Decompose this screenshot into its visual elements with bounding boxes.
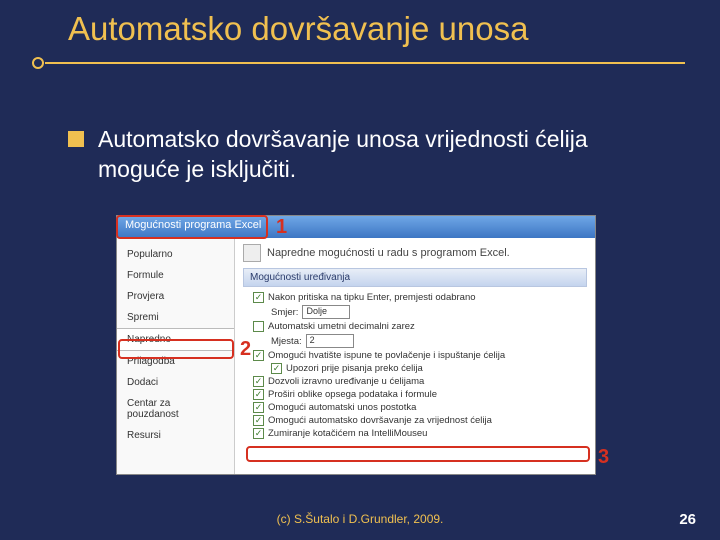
sidebar-item-dodaci[interactable]: Dodaci (117, 372, 234, 393)
opt-intellimouse[interactable]: ✓ Zumiranje kotačićem na IntelliMouseu (243, 427, 587, 440)
sidebar-item-centar[interactable]: Centar za pouzdanost (117, 393, 234, 425)
opt-fill-handle[interactable]: ✓ Omogući hvatište ispune te povlačenje … (243, 349, 587, 362)
callout-box-3 (246, 446, 590, 462)
callout-number-1: 1 (276, 216, 287, 239)
opt-mjesta: Mjesta: 2 (243, 333, 587, 349)
checkbox-icon[interactable]: ✓ (253, 389, 264, 400)
callout-number-2: 2 (240, 338, 251, 361)
checkbox-icon[interactable]: ✓ (253, 402, 264, 413)
slide-title: Automatsko dovršavanje unosa (68, 10, 528, 48)
sidebar-item-provjera[interactable]: Provjera (117, 286, 234, 307)
settings-icon (243, 244, 261, 262)
mjesta-label: Mjesta: (271, 336, 302, 347)
sidebar-item-formule[interactable]: Formule (117, 265, 234, 286)
opt-auto-percent[interactable]: ✓ Omogući automatski unos postotka (243, 401, 587, 414)
opt-label: Automatski umetni decimalni zarez (268, 321, 415, 332)
title-underline (45, 62, 685, 64)
checkbox-icon[interactable]: ✓ (253, 415, 264, 426)
smjer-label: Smjer: (271, 307, 298, 318)
sidebar-item-resursi[interactable]: Resursi (117, 425, 234, 446)
opt-direct-edit[interactable]: ✓ Dozvoli izravno uređivanje u ćelijama (243, 375, 587, 388)
checkbox-icon[interactable]: ✓ (253, 292, 264, 303)
callout-box-1 (116, 215, 268, 239)
opt-warn-overwrite[interactable]: ✓ Upozori prije pisanja preko ćelija (243, 362, 587, 375)
checkbox-icon[interactable]: ✓ (253, 376, 264, 387)
callout-number-3: 3 (598, 446, 609, 469)
opt-label: Omogući automatsko dovršavanje za vrijed… (268, 415, 492, 426)
checkbox-icon[interactable]: ✓ (253, 350, 264, 361)
right-pane-header: Napredne mogućnosti u radu s programom E… (243, 242, 587, 268)
title-dot (32, 57, 44, 69)
page-number: 26 (679, 511, 696, 528)
opt-enter-move[interactable]: ✓ Nakon pritiska na tipku Enter, premjes… (243, 291, 587, 304)
opt-label: Nakon pritiska na tipku Enter, premjesti… (268, 292, 476, 303)
opt-label: Proširi oblike opsega podataka i formule (268, 389, 437, 400)
opt-decimal[interactable]: Automatski umetni decimalni zarez (243, 320, 587, 333)
mjesta-input[interactable]: 2 (306, 334, 354, 348)
opt-extend-ranges[interactable]: ✓ Proširi oblike opsega podataka i formu… (243, 388, 587, 401)
dialog-right-pane: Napredne mogućnosti u radu s programom E… (235, 238, 595, 474)
copyright: (c) S.Šutalo i D.Grundler, 2009. (0, 512, 720, 526)
opt-autocomplete[interactable]: ✓ Omogući automatsko dovršavanje za vrij… (243, 414, 587, 427)
opt-label: Upozori prije pisanja preko ćelija (286, 363, 423, 374)
sidebar-item-popularno[interactable]: Popularno (117, 244, 234, 265)
checkbox-icon[interactable]: ✓ (271, 363, 282, 374)
opt-smjer: Smjer: Dolje (243, 304, 587, 320)
checkbox-icon[interactable] (253, 321, 264, 332)
callout-box-2 (118, 339, 234, 359)
right-pane-header-text: Napredne mogućnosti u radu s programom E… (267, 247, 510, 259)
smjer-select[interactable]: Dolje (302, 305, 350, 319)
opt-label: Omogući hvatište ispune te povlačenje i … (268, 350, 505, 361)
bullet-block: Automatsko dovršavanje unosa vrijednosti… (68, 125, 668, 185)
section-editing: Mogućnosti uređivanja (243, 268, 587, 287)
opt-label: Omogući automatski unos postotka (268, 402, 416, 413)
checkbox-icon[interactable]: ✓ (253, 428, 264, 439)
sidebar-item-spremi[interactable]: Spremi (117, 307, 234, 328)
opt-label: Zumiranje kotačićem na IntelliMouseu (268, 428, 427, 439)
bullet-text: Automatsko dovršavanje unosa vrijednosti… (98, 125, 668, 185)
bullet-icon (68, 131, 84, 147)
opt-label: Dozvoli izravno uređivanje u ćelijama (268, 376, 424, 387)
